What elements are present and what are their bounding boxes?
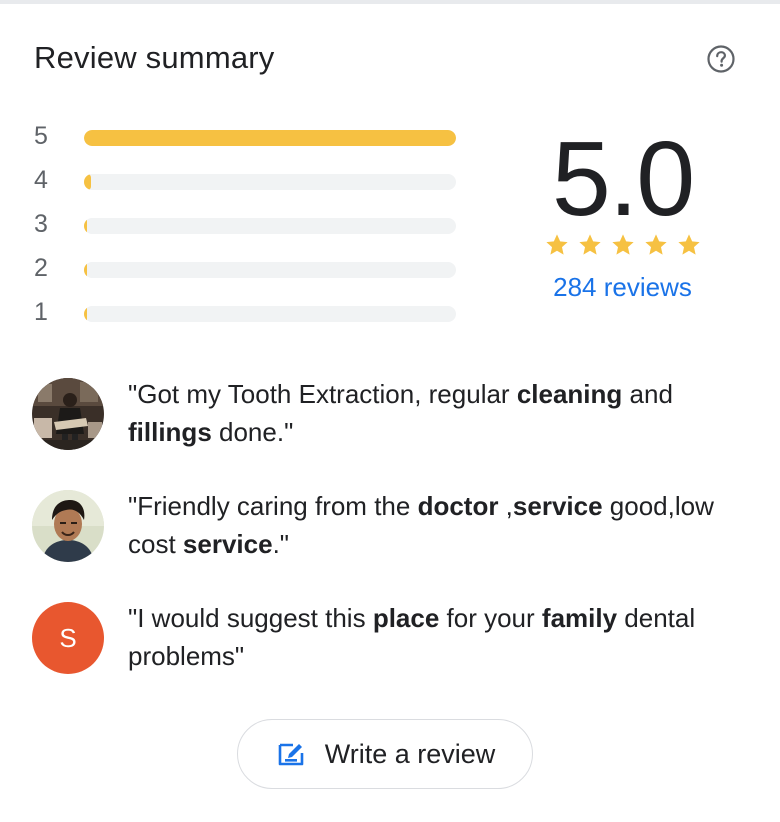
rating-bar-fill	[84, 306, 87, 322]
star-level-label: 3	[34, 210, 48, 238]
avatar-initial: S	[59, 622, 77, 653]
star-level-label: 2	[34, 254, 48, 282]
star-icon	[677, 234, 700, 255]
write-review-label: Write a review	[324, 738, 496, 769]
rating-bar-track	[84, 218, 456, 234]
rating-bar-row: 5	[34, 120, 464, 164]
rating-bar-fill	[84, 130, 456, 146]
write-review-button[interactable]: Write a review	[237, 719, 533, 789]
review-text: "I would suggest this place for your fam…	[128, 603, 696, 671]
rating-bar-row: 4	[34, 164, 464, 208]
rating-bar-fill	[84, 174, 92, 190]
star-rating	[520, 232, 725, 258]
reviewer-avatar[interactable]: S	[32, 602, 104, 674]
star-icon	[611, 234, 634, 255]
star-icon	[578, 234, 601, 255]
rating-bar-row: 2	[34, 252, 464, 296]
reviewer-avatar[interactable]	[32, 378, 104, 450]
review-text: "Friendly caring from the doctor ,servic…	[128, 491, 714, 559]
rating-bar-row: 3	[34, 208, 464, 252]
review-snippet: S "I would suggest this place for your f…	[32, 599, 752, 711]
rating-bar-fill	[84, 262, 87, 278]
review-text: "Got my Tooth Extraction, regular cleani…	[128, 379, 673, 447]
rating-bar-track	[84, 130, 456, 146]
rating-bar-track	[84, 262, 456, 278]
review-snippets: "Got my Tooth Extraction, regular cleani…	[32, 375, 752, 711]
rating-bar-track	[84, 306, 456, 322]
help-circle-icon[interactable]	[706, 44, 736, 74]
star-level-label: 4	[34, 166, 48, 194]
rating-summary: 5.0 284 reviews	[520, 120, 725, 303]
reviews-count-link[interactable]: 284 reviews	[553, 272, 692, 303]
star-icon	[545, 234, 568, 255]
top-divider	[0, 0, 780, 4]
star-icon	[644, 234, 667, 255]
rating-bar-fill	[84, 218, 87, 234]
rating-bar-track	[84, 174, 456, 190]
rating-bar-row: 1	[34, 296, 464, 340]
reviewer-avatar[interactable]	[32, 490, 104, 562]
review-snippet: "Friendly caring from the doctor ,servic…	[32, 487, 752, 599]
star-level-label: 5	[34, 122, 48, 150]
rating-histogram: 5 4 3 2 1	[34, 120, 464, 340]
edit-rectangle-icon	[278, 743, 304, 766]
star-level-label: 1	[34, 298, 48, 326]
review-snippet: "Got my Tooth Extraction, regular cleani…	[32, 375, 752, 487]
average-score: 5.0	[551, 120, 695, 238]
section-title: Review summary	[34, 40, 275, 75]
